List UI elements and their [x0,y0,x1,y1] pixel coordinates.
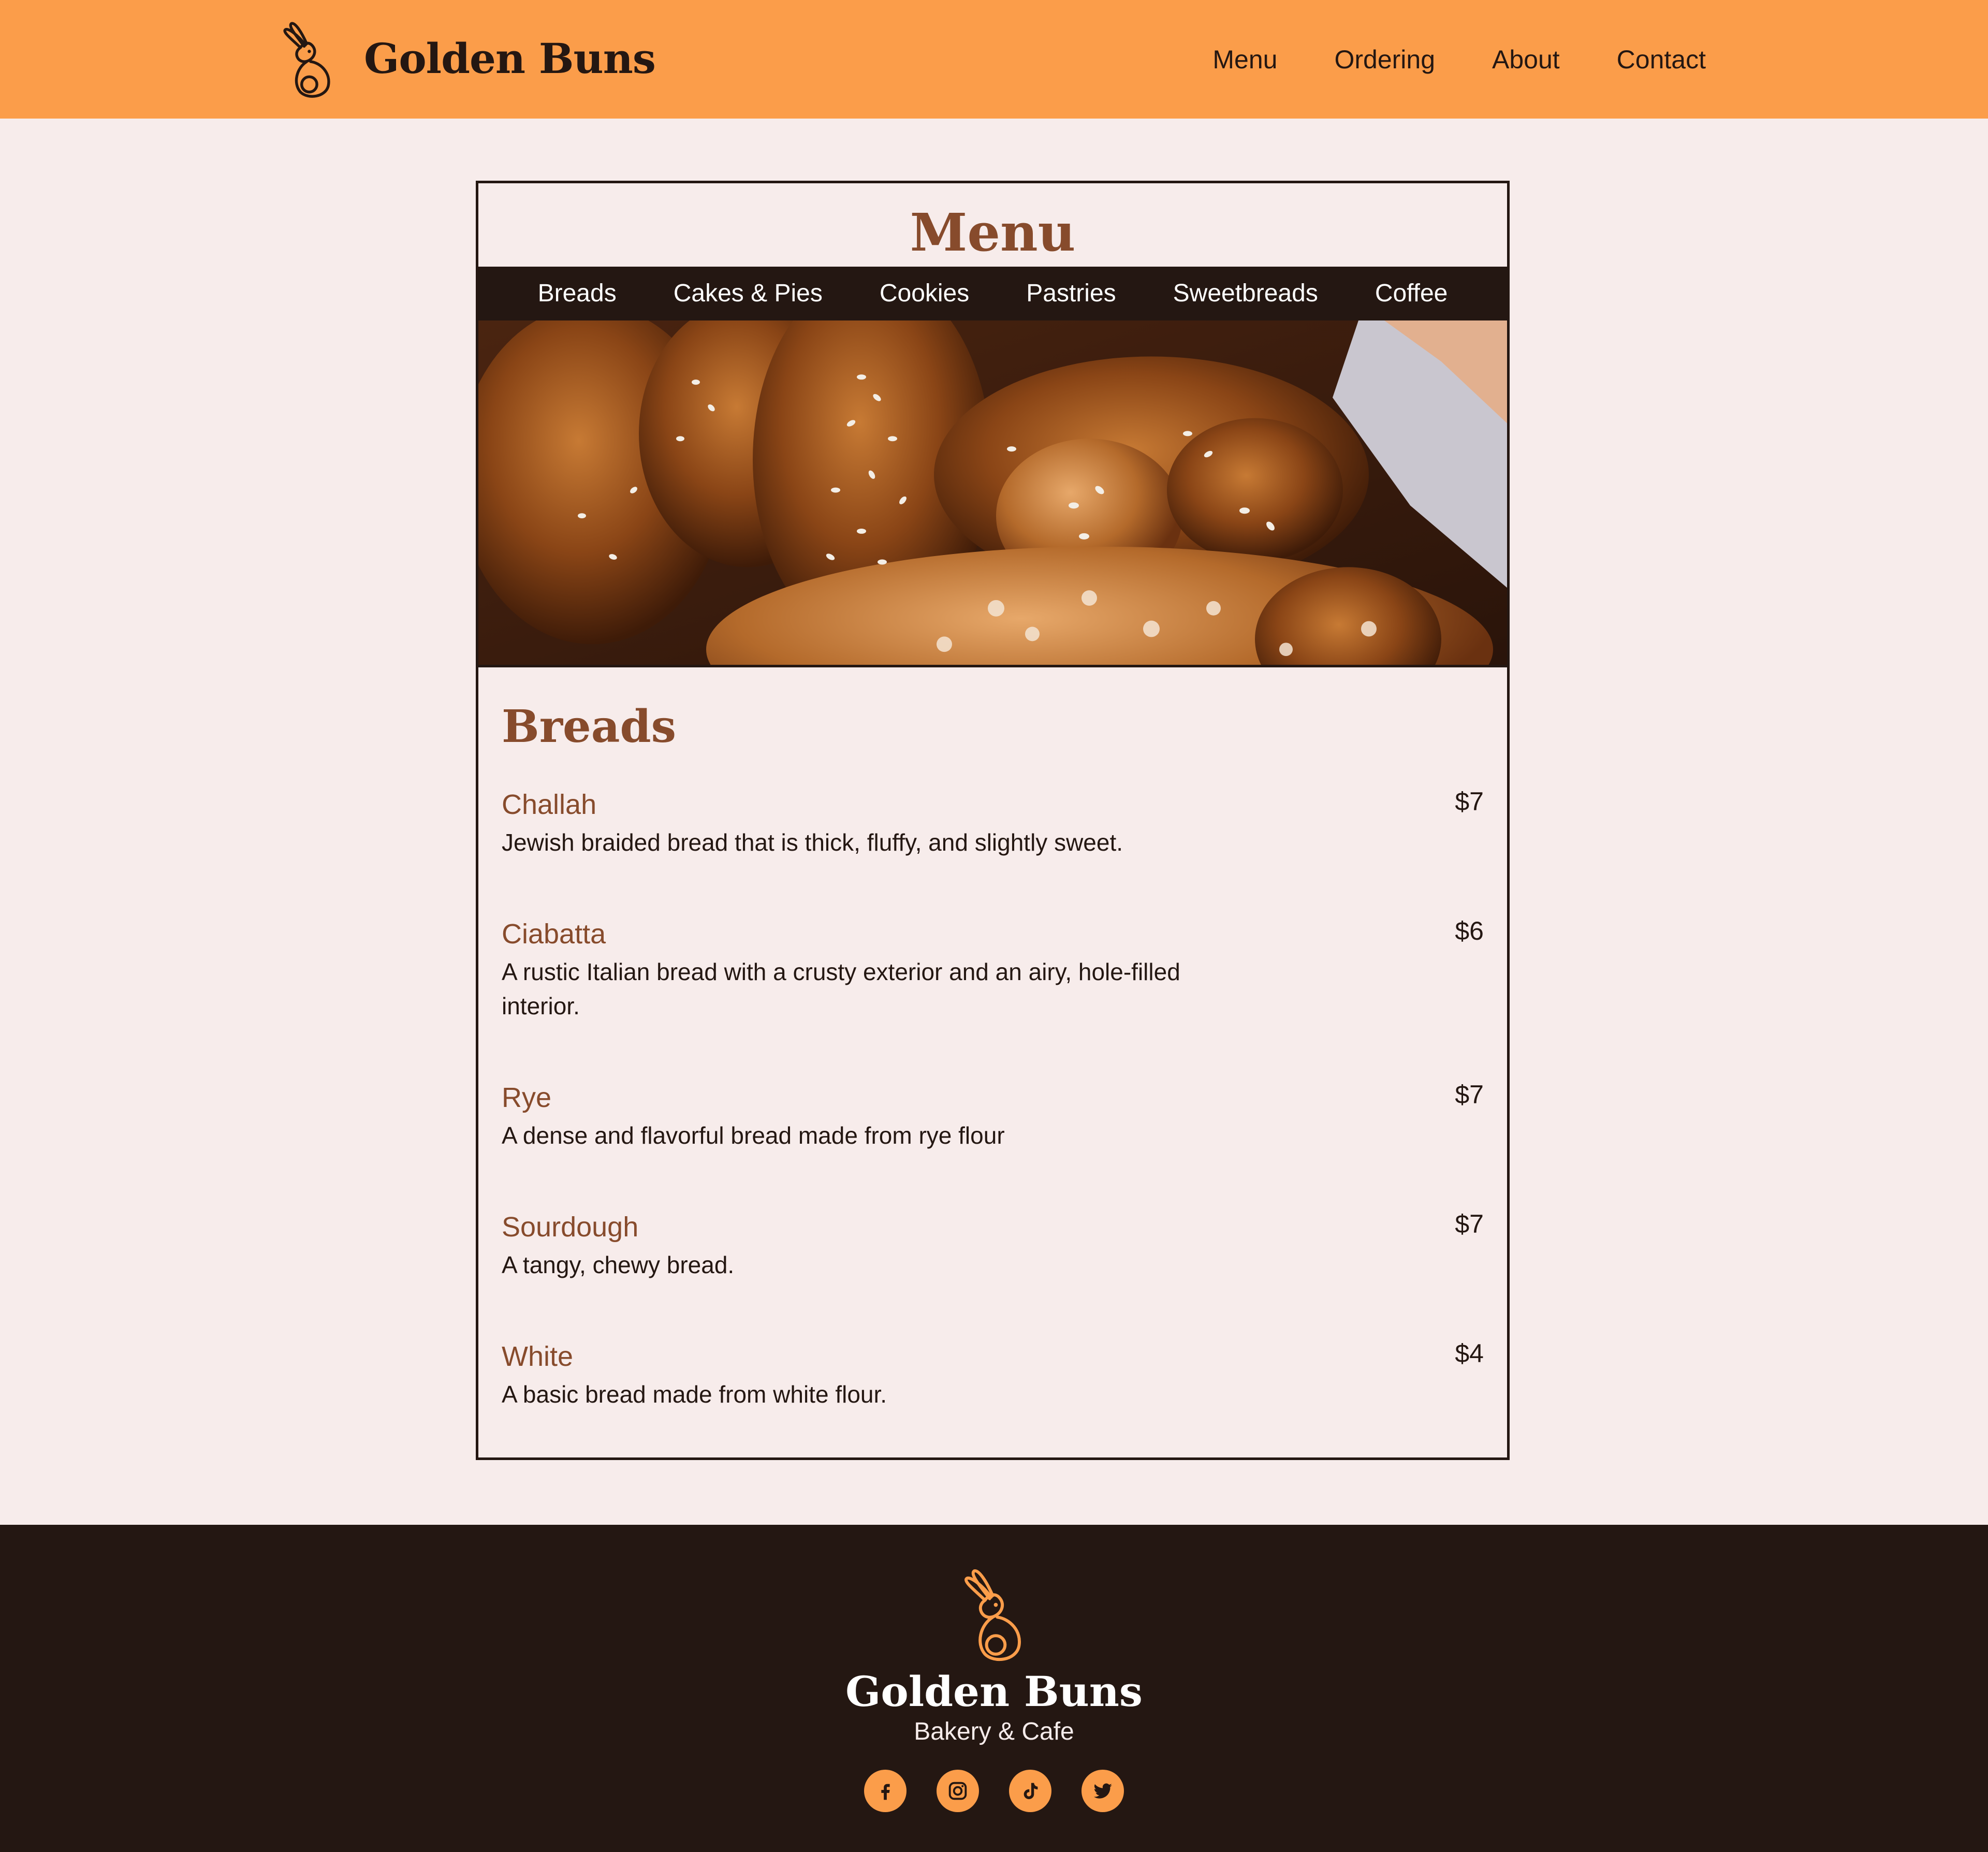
tab-pastries[interactable]: Pastries [1026,267,1116,320]
social-links [864,1770,1124,1812]
item-name: Challah [502,789,597,820]
item-name: White [502,1341,574,1372]
item-price: $7 [1455,787,1484,816]
item-price: $7 [1455,1080,1484,1109]
nav-contact[interactable]: Contact [1617,41,1706,78]
item-description: A dense and flavorful bread made from ry… [502,1122,1005,1149]
tab-cookies[interactable]: Cookies [880,267,969,320]
menu-title: Menu [910,202,1076,263]
instagram-icon[interactable] [937,1770,979,1812]
item-description: A basic bread made from white flour. [502,1381,887,1408]
item-name: Ciabatta [502,918,606,950]
item-price: $7 [1455,1209,1484,1238]
facebook-icon[interactable] [864,1770,907,1812]
site-footer: Golden Buns Bakery & Cafe [0,1525,1988,1852]
item-description: A tangy, chewy bread. [502,1251,735,1278]
twitter-icon[interactable] [1081,1770,1124,1812]
item-description: Jewish braided bread that is thick, fluf… [502,829,1123,856]
braided-challah-photo [478,320,1507,667]
item-price: $6 [1455,916,1484,945]
nav-ordering[interactable]: Ordering [1334,41,1435,78]
brand-name[interactable]: Golden Buns [364,30,656,87]
item-description: A rustic Italian bread with a crusty ext… [502,958,1180,1019]
nav-menu[interactable]: Menu [1212,41,1277,78]
bunny-logo-icon[interactable] [280,20,334,98]
main-nav: Menu Ordering About Contact [1212,41,1706,78]
tab-sweetbreads[interactable]: Sweetbreads [1173,267,1318,320]
tab-coffee[interactable]: Coffee [1375,267,1448,320]
item-price: $4 [1455,1339,1484,1368]
tab-breads[interactable]: Breads [538,267,617,320]
menu-card: Menu Breads Cakes & Pies Cookies Pastrie… [476,181,1510,1460]
nav-about[interactable]: About [1492,41,1560,78]
tiktok-icon[interactable] [1009,1770,1051,1812]
section-title-breads: Breads [502,701,676,753]
menu-category-tabs: Breads Cakes & Pies Cookies Pastries Swe… [478,267,1507,320]
item-name: Rye [502,1082,552,1113]
site-header: Golden Buns Menu Ordering About Contact [0,0,1988,119]
item-name: Sourdough [502,1212,639,1243]
bunny-logo-icon[interactable] [960,1566,1025,1662]
tab-cakes-pies[interactable]: Cakes & Pies [674,267,823,320]
footer-tagline: Bakery & Cafe [914,1718,1074,1745]
footer-brand-name: Golden Buns [845,1667,1143,1716]
